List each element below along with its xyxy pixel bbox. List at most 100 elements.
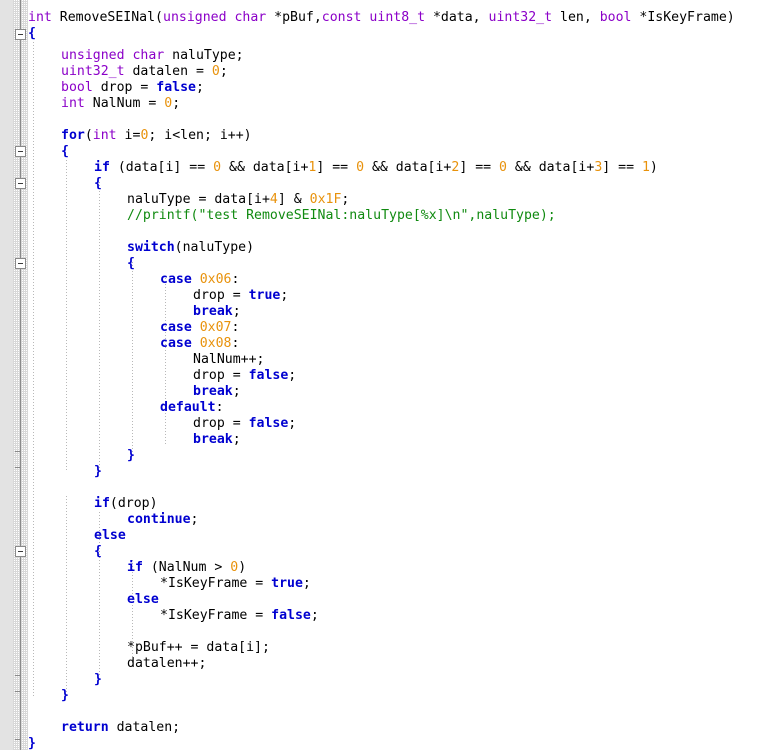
code-token-kw: { <box>127 256 135 271</box>
code-token-kw: for <box>61 128 85 143</box>
code-token-kw: true <box>271 576 303 591</box>
fold-collapse-icon[interactable] <box>15 546 26 557</box>
indent-guide <box>33 150 34 470</box>
code-line[interactable]: default: <box>160 400 224 416</box>
code-token-kw: { <box>94 544 102 559</box>
code-token-pln: ; <box>172 96 181 111</box>
code-token-pln: : <box>215 400 224 415</box>
fold-end-tick-icon <box>15 467 21 468</box>
code-line[interactable]: { <box>94 176 102 192</box>
code-token-pln: drop = <box>193 416 249 431</box>
code-line[interactable]: drop = false; <box>193 368 296 384</box>
code-token-typ: int <box>92 128 117 143</box>
fold-collapse-icon[interactable] <box>15 146 26 157</box>
code-token-pln: : <box>231 272 240 287</box>
code-token-kw: else <box>127 592 159 607</box>
code-token-typ: uint32_t <box>61 64 125 79</box>
code-line[interactable]: } <box>94 672 102 688</box>
code-line[interactable]: *pBuf++ = data[i]; <box>127 640 270 656</box>
code-line[interactable]: } <box>127 448 135 464</box>
code-token-kw: false <box>156 80 196 95</box>
code-token-pln: NalNum = <box>84 96 165 111</box>
code-line[interactable]: unsigned char naluType; <box>61 48 244 64</box>
code-token-kw: else <box>94 528 126 543</box>
code-token-pln: ; <box>288 368 297 383</box>
code-line[interactable]: } <box>94 464 102 480</box>
code-line[interactable]: switch(naluType) <box>127 240 254 256</box>
code-token-pln <box>192 320 200 335</box>
code-token-pln: : <box>231 336 240 351</box>
code-line[interactable]: { <box>94 544 102 560</box>
code-line[interactable]: if (NalNum > 0) <box>127 560 246 576</box>
code-token-typ: unsigned char <box>61 48 165 63</box>
code-token-typ: unsigned char <box>163 10 267 25</box>
code-token-num: 0 <box>164 96 173 111</box>
code-line[interactable]: case 0x06: <box>160 272 239 288</box>
code-token-pln: *pBuf, <box>266 10 322 25</box>
code-line[interactable]: uint32_t datalen = 0; <box>61 64 228 80</box>
code-line[interactable]: *IsKeyFrame = false; <box>160 608 319 624</box>
fold-collapse-icon[interactable] <box>15 258 26 269</box>
code-token-kw: } <box>127 448 135 463</box>
code-token-kw: break <box>193 432 233 447</box>
code-line[interactable]: continue; <box>127 512 198 528</box>
code-line[interactable]: naluType = data[i+4] & 0x1F; <box>127 192 349 208</box>
code-line[interactable]: else <box>127 592 159 608</box>
code-line[interactable]: bool drop = false; <box>61 80 204 96</box>
code-token-pln: drop = <box>92 80 157 95</box>
code-line[interactable]: NalNum++; <box>193 352 264 368</box>
fold-collapse-icon[interactable] <box>15 178 26 189</box>
code-token-pln: *pBuf++ = data[i]; <box>127 640 270 655</box>
code-token-pln: ; <box>232 432 241 447</box>
code-line[interactable]: { <box>127 256 135 272</box>
code-token-kw: continue <box>127 512 191 527</box>
code-line[interactable]: break; <box>193 304 241 320</box>
indent-guide <box>66 160 67 470</box>
code-token-pln: ] & <box>277 192 310 207</box>
code-line[interactable]: } <box>61 688 69 704</box>
code-line[interactable]: break; <box>193 432 241 448</box>
editor-gutter-margin <box>0 0 13 750</box>
code-line[interactable]: datalen++; <box>127 656 206 672</box>
code-token-kw: case <box>160 272 192 287</box>
code-token-kw: } <box>28 736 36 751</box>
code-line[interactable]: if (data[i] == 0 && data[i+1] == 0 && da… <box>94 160 658 176</box>
code-token-pln: ; <box>288 416 297 431</box>
code-token-num: 1 <box>641 160 650 175</box>
code-token-pln <box>192 336 200 351</box>
code-token-kw: false <box>248 368 289 383</box>
code-token-kw: if <box>94 160 110 175</box>
code-surface[interactable]: int RemoveSEINal(unsigned char *pBuf,con… <box>28 0 759 751</box>
code-token-num: 0 <box>499 160 507 175</box>
code-line[interactable]: if(drop) <box>94 496 158 512</box>
code-line[interactable]: int RemoveSEINal(unsigned char *pBuf,con… <box>28 10 735 26</box>
code-line[interactable]: case 0x07: <box>160 320 239 336</box>
code-line[interactable]: for(int i=0; i<len; i++) <box>61 128 252 144</box>
code-token-typ: bool <box>61 80 93 95</box>
fold-collapse-icon[interactable] <box>15 29 26 40</box>
code-token-pln <box>192 272 200 287</box>
code-token-pln: ; <box>219 64 228 79</box>
fold-end-tick-icon <box>15 691 21 692</box>
code-line[interactable]: else <box>94 528 126 544</box>
code-token-pln: ; <box>232 304 241 319</box>
code-token-pln: naluType = data[i+ <box>127 192 270 207</box>
code-token-pln: (drop) <box>109 496 158 511</box>
code-line[interactable]: int NalNum = 0; <box>61 96 180 112</box>
code-line[interactable]: *IsKeyFrame = true; <box>160 576 311 592</box>
code-token-kw: { <box>28 26 36 41</box>
code-line[interactable]: drop = true; <box>193 288 288 304</box>
code-line[interactable]: //printf("test RemoveSEINal:naluType[%x]… <box>127 208 556 224</box>
code-line[interactable]: drop = false; <box>193 416 296 432</box>
code-token-pln: ; i<len; i++) <box>148 128 252 143</box>
code-line[interactable]: { <box>61 144 69 160</box>
code-token-num: 4 <box>269 192 278 207</box>
code-token-num: 0x06 <box>199 272 232 287</box>
code-line[interactable]: break; <box>193 384 241 400</box>
code-line[interactable]: case 0x08: <box>160 336 239 352</box>
code-editor[interactable]: int RemoveSEINal(unsigned char *pBuf,con… <box>0 0 759 751</box>
fold-spine-line <box>20 0 21 750</box>
code-line[interactable]: { <box>28 26 36 42</box>
code-line[interactable]: return datalen; <box>61 720 180 736</box>
code-token-num: 0 <box>213 160 222 175</box>
